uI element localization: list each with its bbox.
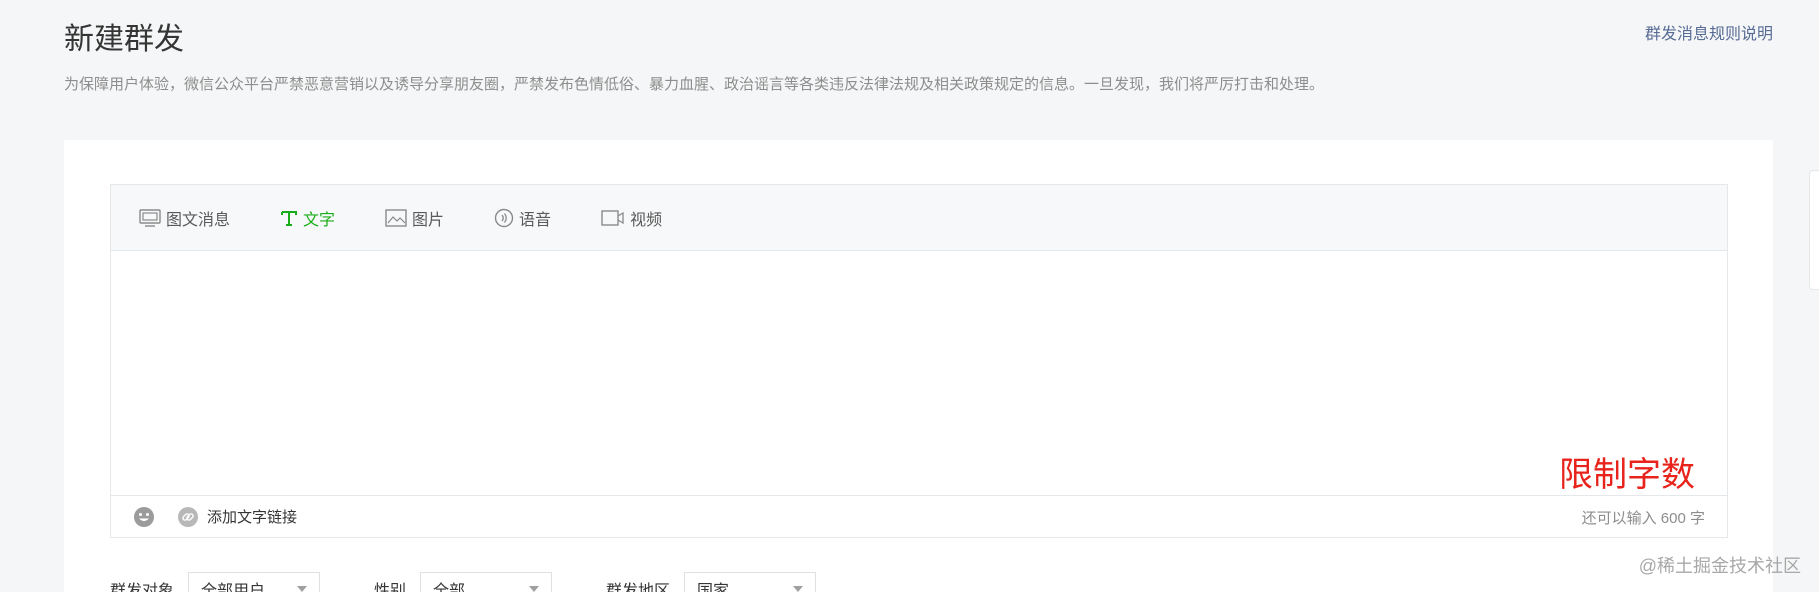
word-limit-annotation: 限制字数 [1559, 456, 1695, 494]
emoji-icon[interactable] [133, 506, 155, 528]
tab-news-label: 图文消息 [166, 211, 231, 229]
chevron-down-icon [793, 586, 804, 592]
tab-video-label: 视频 [630, 211, 663, 229]
tab-news[interactable]: 图文消息 [139, 206, 230, 230]
recipient-filters: 群发对象 全部用户 性别 全部 群发地区 国家 [110, 572, 870, 592]
add-text-link-label: 添加文字链接 [207, 509, 298, 526]
link-icon [177, 506, 199, 528]
gender-select[interactable]: 全部 [420, 572, 553, 592]
add-text-link-button[interactable]: 添加文字链接 [177, 506, 297, 528]
text-icon [280, 209, 298, 227]
watermark: @稀土掘金技术社区 [1638, 556, 1801, 576]
tab-voice[interactable]: 语音 [494, 206, 551, 230]
tab-image[interactable]: 图片 [385, 206, 444, 230]
filter-label-target: 群发对象 [110, 583, 175, 592]
tab-video[interactable]: 视频 [601, 206, 662, 230]
tab-voice-label: 语音 [519, 211, 552, 229]
target-select-value: 全部用户 [201, 583, 266, 592]
tab-image-label: 图片 [412, 211, 445, 229]
message-type-tabs: 图文消息 文字 图片 语音 视频 [111, 185, 1727, 251]
tab-text[interactable]: 文字 [280, 206, 335, 230]
filter-label-region: 群发地区 [606, 583, 671, 592]
message-text-input[interactable] [111, 251, 1727, 496]
editor-toolbar: 添加文字链接 还可以输入 600 字 [111, 495, 1727, 537]
message-editor: 图文消息 文字 图片 语音 视频 限制字数 添加文字链接 还可以输入 600 字 [110, 184, 1728, 538]
tab-text-label: 文字 [303, 211, 336, 229]
side-panel-handle[interactable] [1809, 170, 1819, 290]
filter-label-gender: 性别 [374, 583, 407, 592]
video-icon [601, 209, 625, 227]
region-select[interactable]: 国家 [684, 572, 817, 592]
page-title: 新建群发 [64, 23, 184, 56]
chevron-down-icon [529, 586, 540, 592]
mass-send-card: 图文消息 文字 图片 语音 视频 限制字数 添加文字链接 还可以输入 600 字… [64, 140, 1773, 592]
voice-icon [494, 208, 514, 228]
chevron-down-icon [297, 586, 308, 592]
news-icon [139, 208, 161, 227]
rules-link[interactable]: 群发消息规则说明 [1645, 20, 1773, 44]
policy-notice: 为保障用户体验，微信公众平台严禁恶意营销以及诱导分享朋友圈，严禁发布色情低俗、暴… [64, 76, 1325, 93]
target-select[interactable]: 全部用户 [188, 572, 321, 592]
gender-select-value: 全部 [433, 583, 466, 592]
char-counter: 还可以输入 600 字 [1581, 510, 1705, 527]
region-select-value: 国家 [697, 583, 730, 592]
image-icon [385, 208, 407, 227]
